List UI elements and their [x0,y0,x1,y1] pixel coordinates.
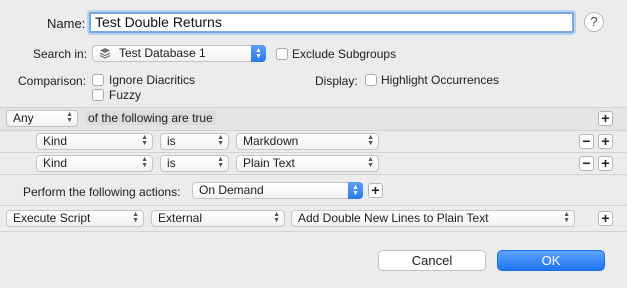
ok-button[interactable]: OK [497,250,605,271]
add-criterion-button[interactable]: + [598,111,613,126]
exclude-subgroups-label: Exclude Subgroups [292,47,397,61]
chevron-updown-icon: ▲ ▼ [217,134,224,147]
condition-2-field-popup[interactable]: Kind ▲ ▼ [36,155,153,172]
action-mode-popup[interactable]: External ▲ ▼ [151,210,285,227]
name-label: Name: [47,16,86,31]
divider [0,130,627,131]
ignore-diacritics-label: Ignore Diacritics [109,73,196,87]
condition-1-value: Markdown [243,134,299,148]
exclude-subgroups-checkbox[interactable] [276,48,288,60]
perform-popup[interactable]: On Demand ▲ ▼ [192,182,363,199]
action-script-popup[interactable]: Add Double New Lines to Plain Text ▲ ▼ [291,210,575,227]
help-button[interactable]: ? [584,12,604,32]
action-type-popup[interactable]: Execute Script ▲ ▼ [6,210,144,227]
chevron-updown-icon: ▲ ▼ [141,134,148,147]
condition-2-value-popup[interactable]: Plain Text ▲ ▼ [236,155,379,172]
condition-1-value-popup[interactable]: Markdown ▲ ▼ [236,133,379,150]
chevron-updown-icon: ▲ ▼ [251,45,266,62]
divider [0,205,627,206]
cancel-button[interactable]: Cancel [378,250,486,271]
action-type: Execute Script [13,211,91,225]
comparison-label: Comparison: [18,74,87,88]
search-in-value: Test Database 1 [119,46,206,60]
chevron-updown-icon: ▲ ▼ [348,182,363,199]
divider [0,152,627,153]
database-stack-icon [99,48,111,59]
match-quantifier-popup[interactable]: Any ▲ ▼ [6,110,78,127]
chevron-updown-icon: ▲ ▼ [563,211,570,224]
divider [0,174,627,175]
search-in-label: Search in: [33,47,88,61]
action-script: Add Double New Lines to Plain Text [298,211,489,225]
condition-2-value: Plain Text [243,156,295,170]
condition-1-operator-popup[interactable]: is ▲ ▼ [160,133,229,150]
divider [0,231,627,232]
match-suffix: of the following are true [85,111,216,125]
perform-label: Perform the following actions: [23,185,181,199]
add-action-button[interactable]: + [598,211,613,226]
highlight-occurrences-label: Highlight Occurrences [381,73,500,87]
chevron-updown-icon: ▲ ▼ [367,134,374,147]
add-action-inline-button[interactable]: + [368,183,383,198]
condition-2-field: Kind [43,156,68,170]
search-in-popup[interactable]: Test Database 1 ▲ ▼ [92,45,266,62]
fuzzy-checkbox[interactable] [92,89,104,101]
condition-2-operator: is [167,156,176,170]
chevron-updown-icon: ▲ ▼ [367,156,374,169]
chevron-updown-icon: ▲ ▼ [132,211,139,224]
match-quantifier-value: Any [13,111,34,125]
fuzzy-label: Fuzzy [109,88,142,102]
condition-2-operator-popup[interactable]: is ▲ ▼ [160,155,229,172]
name-field[interactable]: Test Double Returns [89,12,574,33]
perform-value: On Demand [199,183,264,197]
chevron-updown-icon: ▲ ▼ [217,156,224,169]
ignore-diacritics-checkbox[interactable] [92,74,104,86]
condition-1-operator: is [167,134,176,148]
add-condition-2-button[interactable]: + [598,156,613,171]
chevron-updown-icon: ▲ ▼ [66,111,73,124]
remove-condition-1-button[interactable]: − [579,134,594,149]
action-mode: External [158,211,203,225]
chevron-updown-icon: ▲ ▼ [273,211,280,224]
remove-condition-2-button[interactable]: − [579,156,594,171]
display-label: Display: [315,74,358,88]
condition-1-field: Kind [43,134,68,148]
highlight-occurrences-checkbox[interactable] [365,74,377,86]
add-condition-1-button[interactable]: + [598,134,613,149]
chevron-updown-icon: ▲ ▼ [141,156,148,169]
condition-1-field-popup[interactable]: Kind ▲ ▼ [36,133,153,150]
